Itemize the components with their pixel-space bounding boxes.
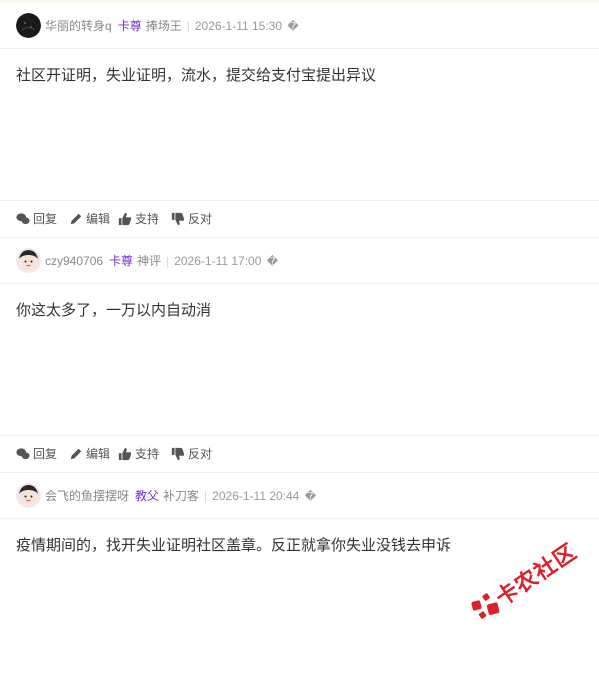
reply-button[interactable]: 回复	[16, 201, 57, 237]
user-rank: 卡尊	[109, 254, 134, 268]
more-icon[interactable]: �	[287, 21, 298, 33]
post-content: 疫情期间的，找开失业证明社区盖章。反正就拿你失业没钱去申诉	[16, 537, 452, 554]
pencil-icon	[70, 213, 82, 225]
comment-icon	[16, 448, 30, 460]
user-title: 补刀客	[163, 489, 200, 503]
reply-label: 回复	[33, 212, 58, 226]
user-rank: 卡尊	[117, 19, 142, 33]
avatar[interactable]	[16, 248, 41, 273]
meta-separator: |	[166, 254, 170, 268]
post-time: 2026-1-11 20:44	[212, 489, 300, 503]
oppose-button[interactable]: 反对	[171, 436, 212, 472]
post-time: 2026-1-11 17:00	[174, 254, 262, 268]
support-label: 支持	[135, 447, 160, 461]
pencil-icon	[70, 448, 82, 460]
post-actions: 回复 编辑 支持 反对	[0, 435, 599, 471]
edit-label: 编辑	[86, 447, 111, 461]
post-actions: 回复 编辑 支持 反对	[0, 200, 599, 236]
meta-separator: |	[204, 489, 208, 503]
meta-separator: |	[186, 19, 190, 33]
more-icon[interactable]: �	[267, 256, 278, 268]
avatar[interactable]	[16, 13, 41, 38]
thumbs-down-icon	[171, 212, 185, 226]
oppose-button[interactable]: 反对	[171, 201, 212, 237]
post-header: czy940706 卡尊 神评 | 2026-1-11 17:00 �	[0, 238, 599, 284]
username[interactable]: 华丽的转身q	[45, 19, 112, 33]
comment-icon	[16, 213, 30, 225]
thumbs-up-icon	[118, 447, 132, 461]
edit-label: 编辑	[86, 212, 111, 226]
thumbs-up-icon	[118, 212, 132, 226]
thumbs-down-icon	[171, 447, 185, 461]
support-label: 支持	[135, 212, 160, 226]
user-title: 神评	[137, 254, 162, 268]
post-content: 社区开证明，失业证明，流水，提交给支付宝提出异议	[16, 67, 377, 84]
post-header: 会飞的鱼摆摆呀 教父 补刀客 | 2026-1-11 20:44 �	[0, 473, 599, 519]
post-time: 2026-1-11 15:30	[194, 19, 283, 33]
oppose-label: 反对	[188, 212, 213, 226]
support-button[interactable]: 支持	[118, 436, 159, 472]
username[interactable]: czy940706	[45, 254, 103, 268]
user-rank: 教父	[135, 489, 160, 503]
reply-label: 回复	[33, 447, 58, 461]
post-content: 你这太多了，一万以内自动消	[16, 302, 212, 319]
avatar[interactable]	[16, 483, 41, 508]
edit-button[interactable]: 编辑	[69, 436, 110, 472]
oppose-label: 反对	[188, 447, 213, 461]
more-icon[interactable]: �	[305, 491, 316, 503]
support-button[interactable]: 支持	[118, 201, 159, 237]
username[interactable]: 会飞的鱼摆摆呀	[45, 489, 129, 503]
user-title: 捧场王	[145, 19, 182, 33]
reply-button[interactable]: 回复	[16, 436, 57, 472]
post-header: 华丽的转身q 卡尊 捧场王 | 2026-1-11 15:30 �	[0, 3, 599, 49]
edit-button[interactable]: 编辑	[69, 201, 110, 237]
